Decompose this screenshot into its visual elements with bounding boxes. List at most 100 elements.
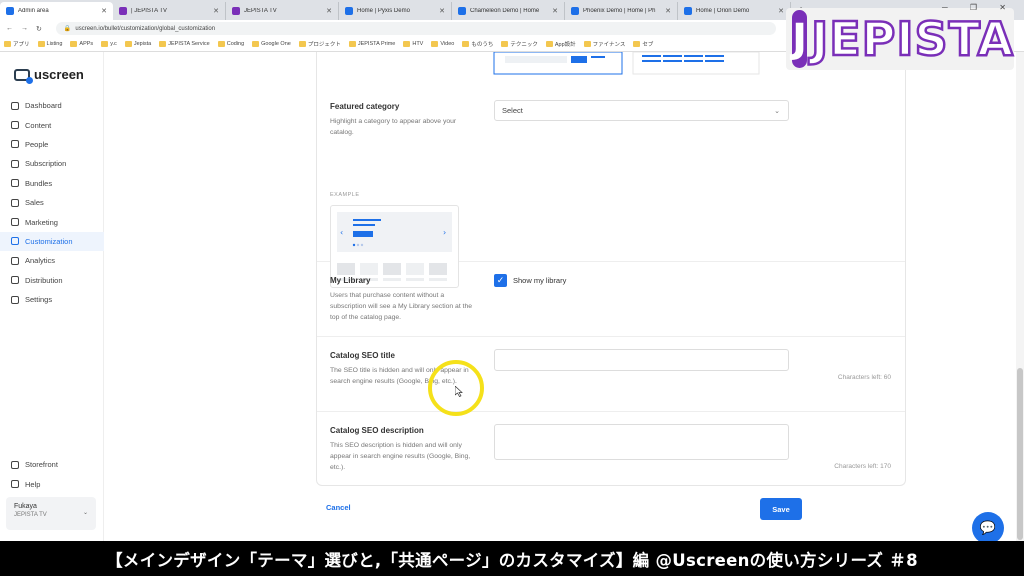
folder-icon [462,41,470,47]
page-scrollbar[interactable] [1016,52,1024,541]
layout-thumb [505,56,567,63]
jepista-icon [232,7,240,15]
sidebar-item-dashboard[interactable]: Dashboard [0,96,104,115]
close-icon[interactable]: ✕ [665,7,671,15]
sidebar-item-storefront[interactable]: Storefront [0,455,104,474]
bookmark-label: アプリ [13,42,30,48]
tab-title: Phoenix Demo | Home | Ph [583,8,656,14]
close-icon[interactable]: ✕ [552,7,558,15]
gear-icon [11,295,19,304]
sidebar-item-customization[interactable]: Customization [0,231,104,252]
chevron-right-icon: › [443,228,446,237]
bookmark-item[interactable]: プロジェクト [298,40,341,48]
close-icon[interactable]: ✕ [213,7,219,15]
bookmark-label: ものうち [471,42,494,48]
share-icon [11,276,19,285]
sidebar-item-sales[interactable]: Sales [0,193,104,212]
close-icon[interactable]: ✕ [778,7,784,15]
chat-widget-button[interactable]: 💬 [972,512,1004,544]
bookmark-item[interactable]: App設計 [545,40,576,48]
sidebar-item-subscription[interactable]: Subscription [0,154,104,173]
bookmark-item[interactable]: Listing [37,41,62,47]
mouse-cursor-icon [455,386,463,397]
folder-icon [124,41,132,47]
layout-thumb-line [591,56,605,58]
bookmark-item[interactable]: Google One [252,41,291,47]
bookmark-label: テクニック [510,42,538,48]
seo-description-textarea[interactable] [494,424,789,460]
back-icon[interactable]: ← [6,25,13,32]
sidebar-item-content[interactable]: Content [0,115,104,134]
browser-tab[interactable]: Chameleon Demo | Home ✕ [452,2,565,20]
save-button[interactable]: Save [760,498,802,520]
uscreen-icon [571,7,579,15]
sidebar-item-marketing[interactable]: Marketing [0,212,104,231]
bookmark-item[interactable]: Coding [217,41,244,47]
bookmark-item[interactable]: Video [431,41,454,47]
folder-icon [545,41,553,47]
sidebar-item-bundles[interactable]: Bundles [0,174,104,193]
browser-tab[interactable]: JEPISTA TV ✕ [226,2,339,20]
bookmark-item[interactable]: JEPISTA Prime [348,41,395,47]
close-icon[interactable]: ✕ [326,7,332,15]
account-switcher[interactable]: Fukaya JEPISTA TV ⌄ [6,497,96,530]
help-icon [11,480,19,489]
sidebar-item-analytics[interactable]: Analytics [0,251,104,270]
sidebar-item-help[interactable]: Help [0,474,104,493]
seo-title-section: Catalog SEO title The SEO title is hidde… [317,337,905,412]
brand-name: uscreen [34,67,84,82]
browser-tab-admin[interactable]: Admin area ✕ [0,2,113,20]
sidebar-item-people[interactable]: People [0,135,104,154]
sidebar-bottom-nav: Storefront Help [0,455,104,494]
bookmark-item[interactable]: アプリ [4,40,30,48]
sidebar-item-label: Analytics [25,256,56,266]
reload-icon[interactable]: ↻ [36,25,42,33]
bookmark-item[interactable]: JEPISTA Service [159,41,210,47]
section-description: This SEO description is hidden and will … [330,442,471,471]
jepista-wordmark: JEPISTA [810,11,1014,68]
show-library-checkbox[interactable]: ✓ [494,274,507,287]
bookmark-item[interactable]: セブ [633,40,653,48]
folder-icon [633,41,641,47]
folder-icon [298,41,306,47]
scrollbar-thumb[interactable] [1017,368,1023,540]
close-icon[interactable]: ✕ [101,7,107,15]
bookmark-label: y.c [110,41,117,47]
sidebar-item-label: Bundles [25,178,53,188]
bookmark-item[interactable]: Jepista [124,41,151,47]
characters-left: Characters left: 60 [837,374,891,381]
brand-logo[interactable]: uscreen [14,67,84,84]
folder-icon [217,41,225,47]
close-icon[interactable]: ✕ [439,7,445,15]
sidebar-item-settings[interactable]: Settings [0,290,104,309]
browser-tab[interactable]: Home | Orion Demo ✕ [678,2,791,20]
brush-icon [11,237,19,246]
url-field[interactable]: 🔒 uscreen.io/bullet/customization/global… [55,22,776,35]
cancel-button[interactable]: Cancel [326,503,351,512]
layout-thumb-accent [571,56,587,63]
refresh-icon [11,159,19,168]
bookmark-item[interactable]: y.c [101,41,117,47]
account-name: Fukaya [14,503,37,510]
featured-category-section: Featured category Highlight a category t… [317,92,905,288]
bookmark-item[interactable]: APPs [70,41,93,47]
forward-icon[interactable]: → [21,25,28,32]
sidebar: uscreen Dashboard Content People Subscripti… [0,52,104,541]
bookmark-item[interactable]: テクニック [501,40,538,48]
tab-title: Chameleon Demo | Home [470,8,540,14]
bookmark-item[interactable]: ものうち [462,40,493,48]
store-icon [11,460,19,469]
window-controls[interactable]: ─ ❐ ✕ [942,3,1016,12]
uscreen-icon [345,7,353,15]
featured-category-select[interactable]: Select ⌄ [494,100,789,121]
folder-icon [159,41,167,47]
browser-tab[interactable]: Home | Pyxis Demo ✕ [339,2,452,20]
sidebar-item-label: Help [25,479,41,489]
bookmark-item[interactable]: ファイナンス [583,40,625,48]
browser-tab[interactable]: Phoenix Demo | Home | Ph ✕ [565,2,678,20]
sidebar-item-distribution[interactable]: Distribution [0,271,104,290]
bookmark-item[interactable]: HTV [403,41,423,47]
jepista-watermark-logo: J JEPISTA [786,8,1014,70]
seo-title-input[interactable] [494,349,789,371]
browser-tab[interactable]: | JEPISTA TV ✕ [113,2,226,20]
